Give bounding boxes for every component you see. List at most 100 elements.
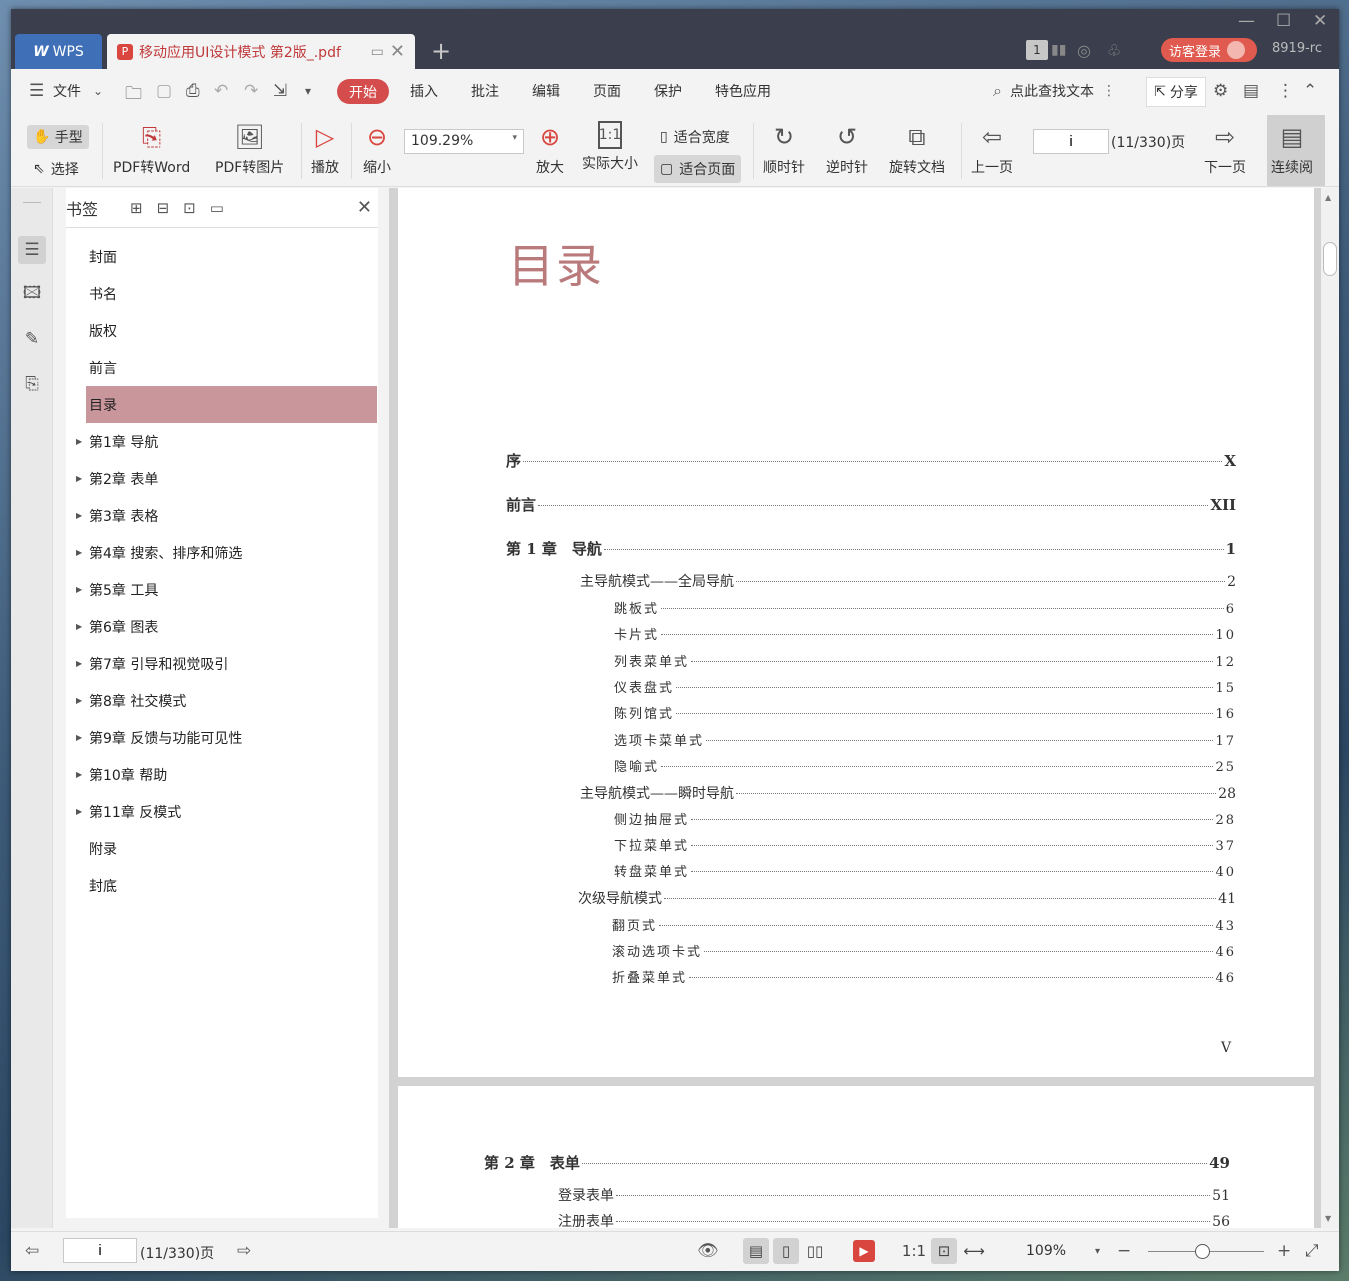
pdf-to-image-button[interactable]: 🖼 PDF转图片 (215, 121, 284, 177)
play-icon[interactable]: ▶ (853, 1240, 875, 1262)
toc-entry[interactable]: 前言 XII (506, 494, 1236, 515)
zoom-dropdown-icon[interactable]: ▾ (1095, 1246, 1100, 1257)
save-icon[interactable]: ▢ (156, 81, 172, 101)
expand-arrow-icon[interactable]: ▶ (76, 659, 82, 668)
single-page-icon[interactable]: ▯ (773, 1238, 799, 1264)
expand-arrow-icon[interactable]: ▶ (76, 622, 82, 631)
skin-shirt-icon[interactable]: ♧ (1107, 39, 1121, 61)
collapse-ribbon-icon[interactable]: ⌃ (1303, 81, 1317, 101)
bookmark-item[interactable]: ▶ 第5章 工具 (66, 571, 378, 608)
bookmark-panel-icon[interactable]: ☰ (18, 236, 46, 264)
expand-arrow-icon[interactable]: ▶ (76, 474, 82, 483)
continuous-read-button[interactable]: ▤ 连续阅 (1267, 115, 1325, 186)
zoom-minus-icon[interactable]: − (1117, 1241, 1131, 1261)
expand-all-icon[interactable]: ⊞ (130, 199, 143, 217)
guest-login-button[interactable]: 访客登录 (1161, 38, 1257, 62)
toc-entry[interactable]: 第 1 章 导航 1 (506, 538, 1236, 559)
continuous-view-icon[interactable]: ▤ (743, 1238, 769, 1264)
settings-gear-icon[interactable]: ⚙ (1213, 81, 1228, 101)
page-number-input[interactable] (1033, 129, 1109, 154)
expand-arrow-icon[interactable]: ▶ (76, 733, 82, 742)
undo-icon[interactable]: ↶ (214, 81, 228, 101)
expand-arrow-icon[interactable]: ▶ (76, 437, 82, 446)
expand-arrow-icon[interactable]: ▶ (76, 696, 82, 705)
toc-entry[interactable]: 仪表盘式 15 (614, 677, 1236, 696)
menu-protect[interactable]: 保护 (654, 81, 682, 101)
toc-entry[interactable]: 陈列馆式 16 (614, 703, 1236, 722)
fit-page-icon[interactable]: ⊡ (931, 1238, 957, 1264)
bookmark-item[interactable]: ▶ 第9章 反馈与功能可见性 (66, 719, 378, 756)
more-dropdown-icon[interactable]: ▾ (305, 84, 311, 98)
actual-size-button[interactable]: 1:1 实际大小 (582, 121, 638, 173)
zoom-slider-knob[interactable] (1195, 1244, 1210, 1259)
toc-entry[interactable]: 登录表单 51 (558, 1185, 1230, 1205)
hamburger-menu-icon[interactable]: ☰ (29, 81, 44, 101)
bookmark-item[interactable]: 封底 (66, 867, 378, 904)
next-page-button[interactable]: ⇨ 下一页 (1204, 121, 1246, 177)
tab-wps-home[interactable]: W WPS (15, 34, 102, 69)
menu-page[interactable]: 页面 (593, 81, 621, 101)
bookmark-item[interactable]: 封面 (66, 238, 378, 275)
bookmark-item[interactable]: ▶ 第3章 表格 (66, 497, 378, 534)
expand-arrow-icon[interactable]: ▶ (76, 511, 82, 520)
scroll-down-icon[interactable]: ▼ (1325, 1214, 1331, 1223)
search-text-box[interactable]: ⌕ 点此查找文本 ⋮ (993, 81, 1116, 101)
fullscreen-icon[interactable]: ⤢ (1305, 1241, 1319, 1261)
bookmark-item[interactable]: ▶ 第1章 导航 (66, 423, 378, 460)
toc-entry[interactable]: 列表菜单式 12 (614, 651, 1236, 670)
rotate-counterclockwise-button[interactable]: ↺ 逆时针 (826, 121, 868, 177)
tab-document[interactable]: P 移动应用UI设计模式 第2版_.pdf ▭ ✕ (107, 34, 415, 69)
collapse-all-icon[interactable]: ⊟ (157, 199, 170, 217)
bookmark-item[interactable]: ▶ 第8章 社交模式 (66, 682, 378, 719)
comment-icon[interactable]: ▤ (1243, 81, 1259, 101)
hand-tool-button[interactable]: ✋ 手型 (27, 125, 89, 149)
toc-entry[interactable]: 侧边抽屉式 28 (614, 809, 1236, 828)
export-icon[interactable]: ⇲ (273, 81, 287, 101)
bookmark-item[interactable]: ▶ 第4章 搜索、排序和筛选 (66, 534, 378, 571)
bookmark-item[interactable]: 书名 (66, 275, 378, 312)
more-vertical-icon[interactable]: ⋮ (1102, 83, 1116, 99)
select-tool-button[interactable]: ⇖ 选择 (33, 159, 79, 179)
toc-entry[interactable]: 次级导航模式 41 (578, 888, 1236, 908)
open-folder-icon[interactable]: 🗀 (125, 81, 142, 110)
expand-arrow-icon[interactable]: ▶ (76, 807, 82, 816)
previous-page-button[interactable]: ⇦ 上一页 (971, 121, 1013, 177)
zoom-plus-icon[interactable]: + (1277, 1241, 1291, 1261)
add-bookmark-icon[interactable]: ⊡ (183, 199, 196, 217)
toc-entry[interactable]: 转盘菜单式 40 (614, 861, 1236, 880)
monitor-icon[interactable]: ▭ (371, 44, 384, 60)
feedback-icon[interactable]: ◎ (1077, 39, 1091, 61)
scroll-up-icon[interactable]: ▲ (1325, 193, 1331, 202)
toc-entry[interactable]: 翻页式 43 (612, 915, 1236, 934)
bookmark-icon[interactable]: ▭ (210, 199, 224, 217)
minimize-icon[interactable]: — (1238, 11, 1255, 31)
menu-insert[interactable]: 插入 (410, 81, 438, 101)
expand-arrow-icon[interactable]: ▶ (76, 548, 82, 557)
vertical-scrollbar[interactable]: ▲ ▼ (1321, 188, 1339, 1228)
arrow-right-icon[interactable]: ⇨ (237, 1241, 251, 1261)
rotate-clockwise-button[interactable]: ↻ 顺时针 (763, 121, 805, 177)
bookmark-item[interactable]: 目录 (86, 386, 377, 423)
more-options-icon[interactable]: ⋮ (1277, 81, 1294, 101)
maximize-icon[interactable]: ☐ (1276, 11, 1291, 31)
expand-arrow-icon[interactable]: ▶ (76, 770, 82, 779)
pdf-to-word-button[interactable]: ⎘ PDF转Word (113, 121, 190, 177)
eye-protection-icon[interactable]: 👁 (697, 1241, 719, 1261)
zoom-percentage[interactable]: 109% (1026, 1243, 1066, 1259)
fit-page-button[interactable]: ▢ 适合页面 (654, 155, 742, 183)
toc-entry[interactable]: 主导航模式——全局导航 2 (580, 571, 1236, 591)
bookmark-item[interactable]: ▶ 第2章 表单 (66, 460, 378, 497)
arrow-left-icon[interactable]: ⇦ (25, 1241, 39, 1261)
annotation-list-icon[interactable]: ⎘ (18, 370, 46, 398)
toc-entry[interactable]: 滚动选项卡式 46 (612, 941, 1236, 960)
file-menu[interactable]: 文件 (53, 81, 81, 101)
bookmark-item[interactable]: ▶ 第11章 反模式 (66, 793, 378, 830)
fit-width-icon[interactable]: ⟷ (961, 1238, 987, 1264)
close-icon[interactable]: ✕ (357, 197, 372, 218)
bookmark-item[interactable]: 版权 (66, 312, 378, 349)
scroll-thumb[interactable] (1323, 242, 1337, 276)
bookmark-item[interactable]: ▶ 第10章 帮助 (66, 756, 378, 793)
tab-count-badge[interactable]: 1 (1026, 40, 1048, 60)
signature-icon[interactable]: ✎ (18, 325, 46, 353)
toc-entry[interactable]: 下拉菜单式 37 (614, 835, 1236, 854)
